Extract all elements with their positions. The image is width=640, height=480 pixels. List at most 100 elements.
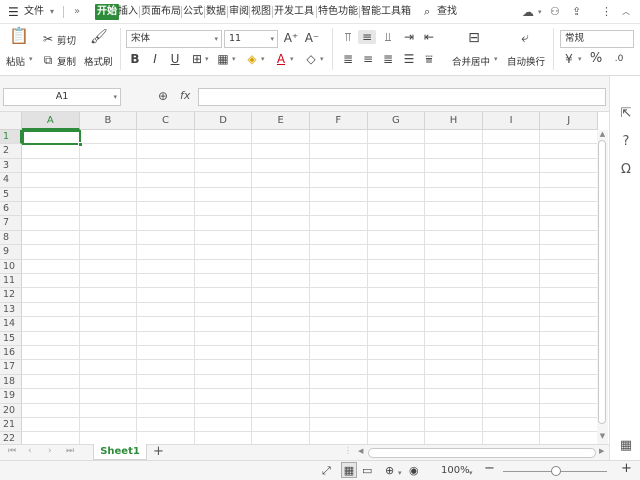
tab-smart-toolbox[interactable]: 智能工具箱 — [361, 4, 411, 20]
first-sheet-icon[interactable]: ⏮ — [8, 446, 16, 456]
copy-icon[interactable]: ⧉ — [42, 53, 54, 67]
format-painter-icon[interactable]: 🖌 — [90, 30, 108, 44]
normal-view-icon[interactable]: ▦ — [341, 462, 357, 478]
merge-cells-icon[interactable]: ⊟ — [465, 31, 483, 45]
row-header[interactable]: 14 — [0, 317, 22, 332]
percent-button[interactable]: % — [589, 52, 603, 66]
tab-splitter-icon[interactable]: ⋮ — [344, 446, 352, 455]
row-header[interactable]: 17 — [0, 360, 22, 375]
chevron-down-icon[interactable]: ▾ — [538, 4, 542, 20]
scroll-up-icon[interactable]: ▲ — [597, 130, 608, 138]
row-header[interactable]: 16 — [0, 346, 22, 361]
align-middle-icon[interactable]: ≡ — [358, 30, 376, 44]
hamburger-icon[interactable]: ☰ — [8, 4, 19, 20]
select-all-corner[interactable] — [0, 112, 22, 130]
italic-button[interactable]: I — [149, 52, 161, 66]
row-header[interactable]: 6 — [0, 202, 22, 217]
help-icon[interactable]: ? — [617, 133, 635, 151]
vertical-scroll-thumb[interactable] — [598, 140, 606, 424]
chevron-down-icon[interactable]: ▾ — [398, 466, 402, 480]
tab-data[interactable]: 数据 — [206, 4, 226, 20]
row-header[interactable]: 20 — [0, 403, 22, 418]
insert-function-button[interactable]: fx — [180, 89, 190, 102]
chevron-down-icon[interactable]: ▾ — [290, 55, 294, 63]
chevron-down-icon[interactable]: ▾ — [469, 466, 473, 480]
spreadsheet-grid[interactable]: ABCDEFGHIJ 1 2 3 4 5 6 7 8 9 10 11 12 13 14 15 16 17 18 19… — [0, 112, 598, 444]
column-header[interactable]: J — [540, 112, 598, 130]
last-sheet-icon[interactable]: ⏭ — [66, 446, 74, 456]
increase-font-icon[interactable]: A⁺ — [283, 31, 299, 45]
cloud-sync-icon[interactable]: ☁ — [522, 4, 534, 20]
auto-wrap-button[interactable]: 自动换行 — [507, 54, 545, 68]
vertical-scrollbar[interactable]: ▲ ▼ — [597, 130, 608, 444]
column-header[interactable]: G — [367, 112, 426, 130]
row-header[interactable]: 4 — [0, 173, 22, 188]
share-icon[interactable]: ⇪ — [572, 4, 581, 20]
currency-icon[interactable]: ¥ — [562, 52, 576, 66]
cell-style-icon[interactable]: ▦ — [216, 52, 230, 66]
border-icon[interactable]: ⊞ — [190, 52, 204, 66]
format-painter-button[interactable]: 格式刷 — [84, 54, 113, 68]
add-sheet-button[interactable]: + — [153, 444, 164, 459]
wrap-text-icon[interactable]: ⤶ — [516, 31, 534, 45]
eraser-icon[interactable]: ◇ — [304, 52, 318, 66]
page-break-view-icon[interactable]: ⊕ — [385, 464, 394, 478]
search-button[interactable]: 查找 — [437, 4, 457, 20]
page-layout-view-icon[interactable]: ▭ — [362, 464, 372, 478]
tab-review[interactable]: 审阅 — [229, 4, 249, 20]
row-header[interactable]: 9 — [0, 245, 22, 260]
zoom-level[interactable]: 100% — [441, 464, 470, 478]
indent-decrease-icon[interactable]: ⇤ — [422, 30, 436, 44]
column-header[interactable]: C — [137, 112, 195, 130]
column-header[interactable]: E — [252, 112, 310, 130]
tab-formula[interactable]: 公式 — [183, 4, 203, 20]
zoom-search-icon[interactable]: ⊕ — [158, 89, 168, 103]
zoom-slider-thumb[interactable] — [551, 466, 561, 476]
paste-button[interactable]: 粘贴 — [6, 54, 25, 68]
chevron-down-icon[interactable]: ▾ — [29, 55, 33, 63]
tab-page-layout[interactable]: 页面布局 — [141, 4, 181, 20]
decimal-icon[interactable]: .0 — [612, 52, 626, 66]
row-header[interactable]: 3 — [0, 158, 22, 174]
eye-protection-icon[interactable]: ◉ — [409, 464, 419, 478]
merge-center-button[interactable]: 合并居中 — [452, 54, 490, 68]
horizontal-scroll-thumb[interactable] — [368, 448, 596, 458]
column-header[interactable]: H — [425, 112, 483, 130]
tab-insert[interactable]: 插入 — [118, 4, 138, 20]
align-left-icon[interactable]: ≣ — [341, 52, 355, 66]
tab-view[interactable]: 视图 — [251, 4, 271, 20]
row-header[interactable]: 15 — [0, 331, 22, 346]
underline-button[interactable]: U — [169, 52, 181, 66]
chevron-down-icon[interactable]: ▾ — [50, 4, 54, 20]
row-header[interactable]: 22 — [0, 432, 22, 444]
align-right-icon[interactable]: ≣ — [381, 52, 395, 66]
row-header[interactable]: 13 — [0, 302, 22, 318]
indent-increase-icon[interactable]: ⇥ — [402, 30, 416, 44]
tab-special-features[interactable]: 特色功能 — [318, 4, 358, 20]
align-center-icon[interactable]: ≡ — [361, 52, 375, 66]
row-header[interactable]: 7 — [0, 216, 22, 231]
scroll-right-icon[interactable]: ▶ — [599, 447, 604, 455]
row-header[interactable]: 8 — [0, 230, 22, 246]
tab-home[interactable]: 开始 — [95, 4, 119, 20]
chevron-down-icon[interactable]: ▾ — [494, 55, 498, 63]
align-bottom-icon[interactable]: ⫫ — [381, 30, 395, 44]
name-box[interactable]: A1 ▾ — [3, 88, 121, 106]
align-justify-icon[interactable]: ☰ — [402, 52, 416, 66]
row-header[interactable]: 2 — [0, 144, 22, 159]
grid-apps-icon[interactable]: ▦ — [617, 437, 635, 455]
cut-button[interactable]: 剪切 — [57, 33, 76, 47]
paste-icon[interactable]: 📋 — [9, 28, 29, 44]
fill-color-icon[interactable]: ◈ — [245, 52, 259, 66]
tab-developer[interactable]: 开发工具 — [274, 4, 314, 20]
sheet-tab[interactable]: Sheet1 — [93, 444, 147, 460]
more-menu[interactable]: » — [74, 4, 80, 20]
scissors-icon[interactable]: ✂ — [42, 32, 54, 46]
symbol-omega-icon[interactable]: Ω — [617, 161, 635, 179]
column-header[interactable]: F — [310, 112, 368, 130]
file-menu[interactable]: 文件 — [24, 4, 44, 20]
chevron-down-icon[interactable]: ▾ — [205, 55, 209, 63]
prev-sheet-icon[interactable]: ‹ — [28, 446, 32, 456]
fullscreen-icon[interactable]: ⤢ — [322, 464, 331, 478]
zoom-out-button[interactable]: − — [484, 462, 495, 476]
